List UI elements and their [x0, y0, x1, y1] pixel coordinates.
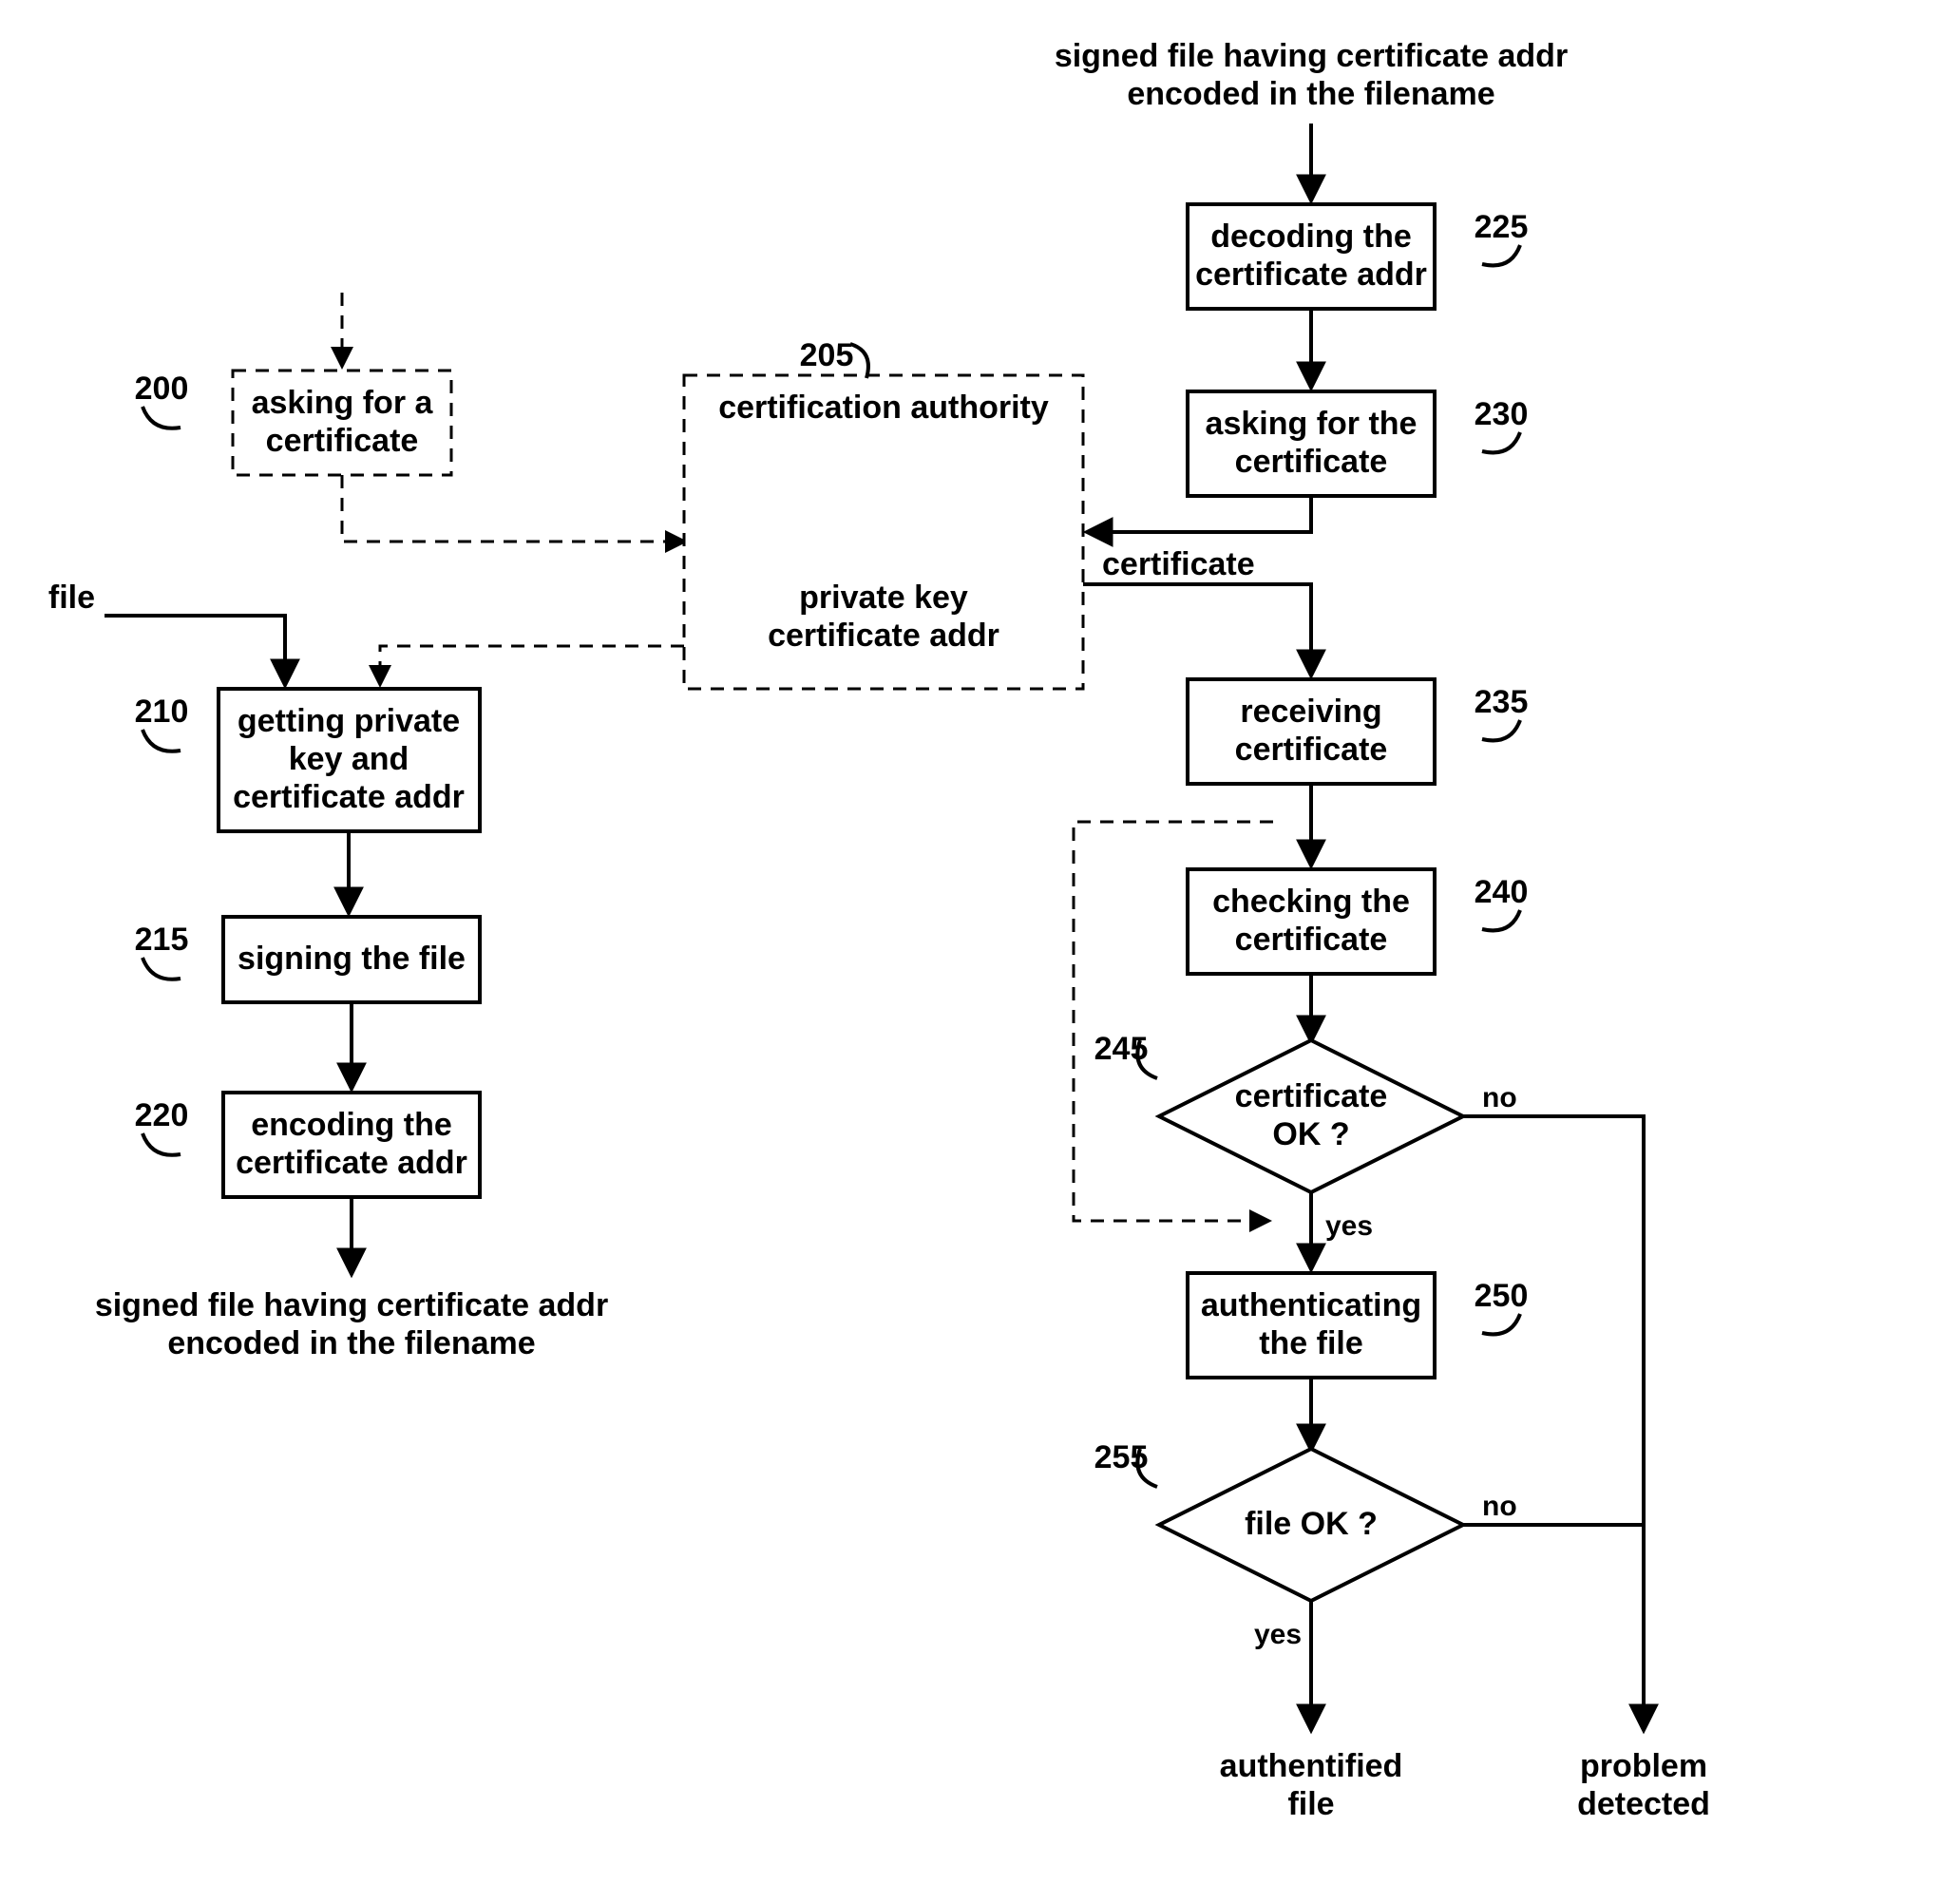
node-250-line2: the file [1259, 1325, 1363, 1361]
node-205-certification-authority: certification authority private key cert… [684, 375, 1083, 689]
ref-250: 250 [1475, 1278, 1529, 1314]
ref-230: 230 [1475, 396, 1529, 432]
node-230: asking for the certificate [1188, 391, 1435, 496]
ref-220: 220 [135, 1097, 189, 1133]
node-220: encoding the certificate addr [223, 1093, 480, 1197]
label-245-yes: yes [1325, 1210, 1373, 1242]
node-225-line2: certificate addr [1195, 257, 1427, 293]
edge-200-to-ca [342, 475, 684, 542]
ref-235-hook [1482, 720, 1520, 740]
ref-240: 240 [1475, 874, 1529, 910]
flowchart: signed file having certificate addr enco… [0, 0, 1960, 1902]
node-225-line1: decoding the [1210, 219, 1412, 255]
edge-file-to-210 [105, 616, 285, 684]
node-255: file OK ? [1159, 1449, 1463, 1601]
input-signed-file-line1: signed file having certificate addr [1055, 38, 1568, 74]
label-245-no: no [1482, 1082, 1517, 1113]
ca-label: certification authority [718, 390, 1049, 426]
ref-225-hook [1482, 245, 1520, 265]
node-210-line3: certificate addr [233, 779, 465, 815]
ref-210-hook [143, 730, 181, 751]
node-230-line2: certificate [1235, 444, 1388, 480]
input-signed-file-line2: encoded in the filename [1127, 76, 1494, 112]
ca-out1: private key [799, 580, 968, 616]
ref-200: 200 [135, 371, 189, 407]
node-255-line1: file OK ? [1245, 1506, 1378, 1542]
edge-245-no [1463, 1116, 1644, 1729]
outcome-problem-line1: problem [1580, 1748, 1707, 1784]
node-240: checking the certificate [1188, 869, 1435, 974]
left-output-line1: signed file having certificate addr [95, 1287, 608, 1323]
node-235-line1: receiving [1240, 694, 1381, 730]
node-250: authenticating the file [1188, 1273, 1435, 1378]
ca-out-certificate: certificate [1102, 546, 1255, 582]
node-245: certificate OK ? [1159, 1040, 1463, 1192]
node-220-line1: encoding the [251, 1107, 452, 1143]
ref-230-hook [1482, 432, 1520, 452]
outcome-auth-line2: file [1287, 1786, 1334, 1822]
node-200: asking for a certificate [233, 371, 451, 475]
node-225: decoding the certificate addr [1188, 204, 1435, 309]
ref-215: 215 [135, 922, 189, 958]
edge-230-to-ca [1088, 496, 1311, 532]
ref-215-hook [143, 958, 181, 980]
ref-225: 225 [1475, 209, 1529, 245]
left-output-line2: encoded in the filename [167, 1325, 535, 1361]
node-210-line2: key and [289, 741, 409, 777]
ref-200-hook [143, 407, 181, 428]
ref-250-hook [1482, 1314, 1520, 1334]
ref-220-hook [143, 1133, 181, 1155]
node-250-line1: authenticating [1201, 1287, 1421, 1323]
node-235: receiving certificate [1188, 679, 1435, 784]
node-220-line2: certificate addr [236, 1145, 467, 1181]
node-200-line1: asking for a [252, 385, 434, 421]
outcome-problem-line2: detected [1577, 1786, 1710, 1822]
ca-out2: certificate addr [768, 618, 999, 654]
ref-205: 205 [800, 337, 854, 373]
outcome-auth-line1: authentified [1220, 1748, 1403, 1784]
node-230-line1: asking for the [1206, 406, 1418, 442]
node-245-line1: certificate [1235, 1078, 1388, 1114]
edge-ca-to-210 [380, 646, 684, 684]
file-label: file [48, 580, 95, 616]
label-255-yes: yes [1254, 1619, 1302, 1650]
node-215-line1: signing the file [238, 941, 466, 977]
node-245-line2: OK ? [1272, 1116, 1349, 1152]
node-210: getting private key and certificate addr [219, 689, 480, 831]
node-210-line1: getting private [238, 703, 460, 739]
ref-235: 235 [1475, 684, 1529, 720]
node-200-line2: certificate [266, 423, 419, 459]
ref-210: 210 [135, 694, 189, 730]
ref-240-hook [1482, 910, 1520, 930]
edge-ca-to-235 [1083, 584, 1311, 675]
node-240-line2: certificate [1235, 922, 1388, 958]
node-215: signing the file [223, 917, 480, 1002]
node-240-line1: checking the [1212, 884, 1410, 920]
label-255-no: no [1482, 1491, 1517, 1522]
node-235-line2: certificate [1235, 732, 1388, 768]
